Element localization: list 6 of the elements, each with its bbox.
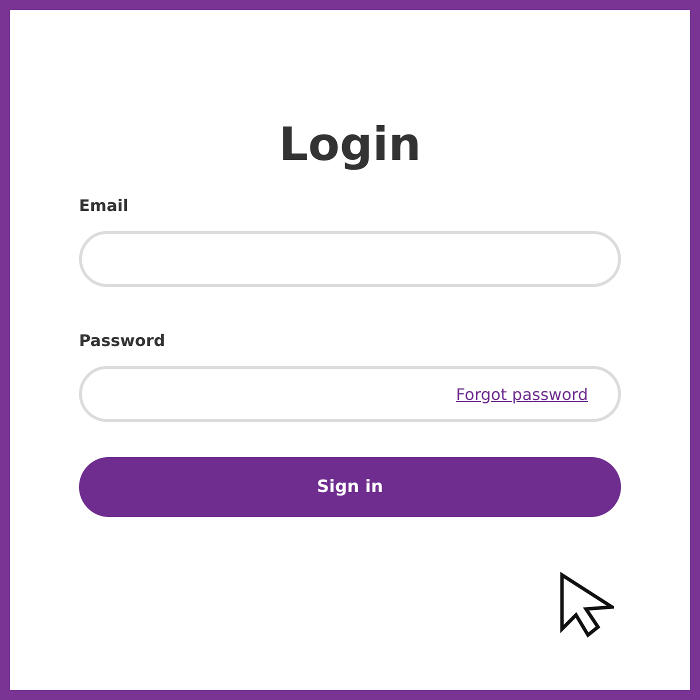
input-field[interactable]: Forgot password <box>79 366 621 422</box>
forgot-password-link[interactable]: Forgot password <box>456 384 588 404</box>
field-label: Password <box>79 331 166 351</box>
login-title: Login <box>278 116 422 173</box>
sign-in-button[interactable]: Sign in <box>79 457 621 517</box>
field-label: Email <box>79 196 128 216</box>
